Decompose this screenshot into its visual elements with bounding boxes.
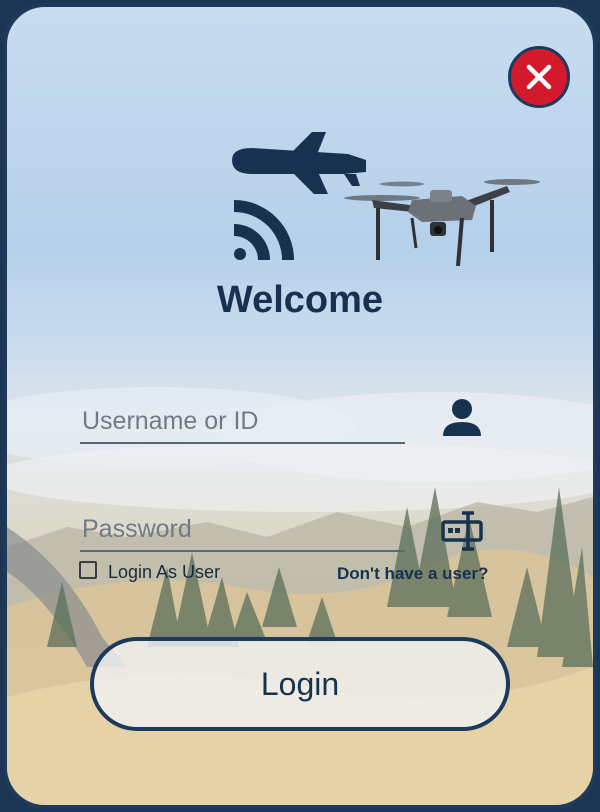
password-input[interactable] — [80, 508, 405, 552]
page-title: Welcome — [216, 279, 384, 321]
login-as-user-checkbox[interactable] — [79, 561, 97, 579]
username-input[interactable] — [80, 400, 405, 444]
drone-image — [344, 179, 540, 267]
signup-link[interactable]: Don't have a user? — [337, 564, 488, 584]
login-as-user-label: Login As User — [108, 562, 221, 582]
close-icon — [526, 64, 552, 90]
close-button[interactable] — [508, 46, 570, 108]
login-button[interactable]: Login — [90, 637, 510, 731]
drone-controller-icon — [441, 511, 483, 551]
person-icon — [443, 399, 481, 436]
